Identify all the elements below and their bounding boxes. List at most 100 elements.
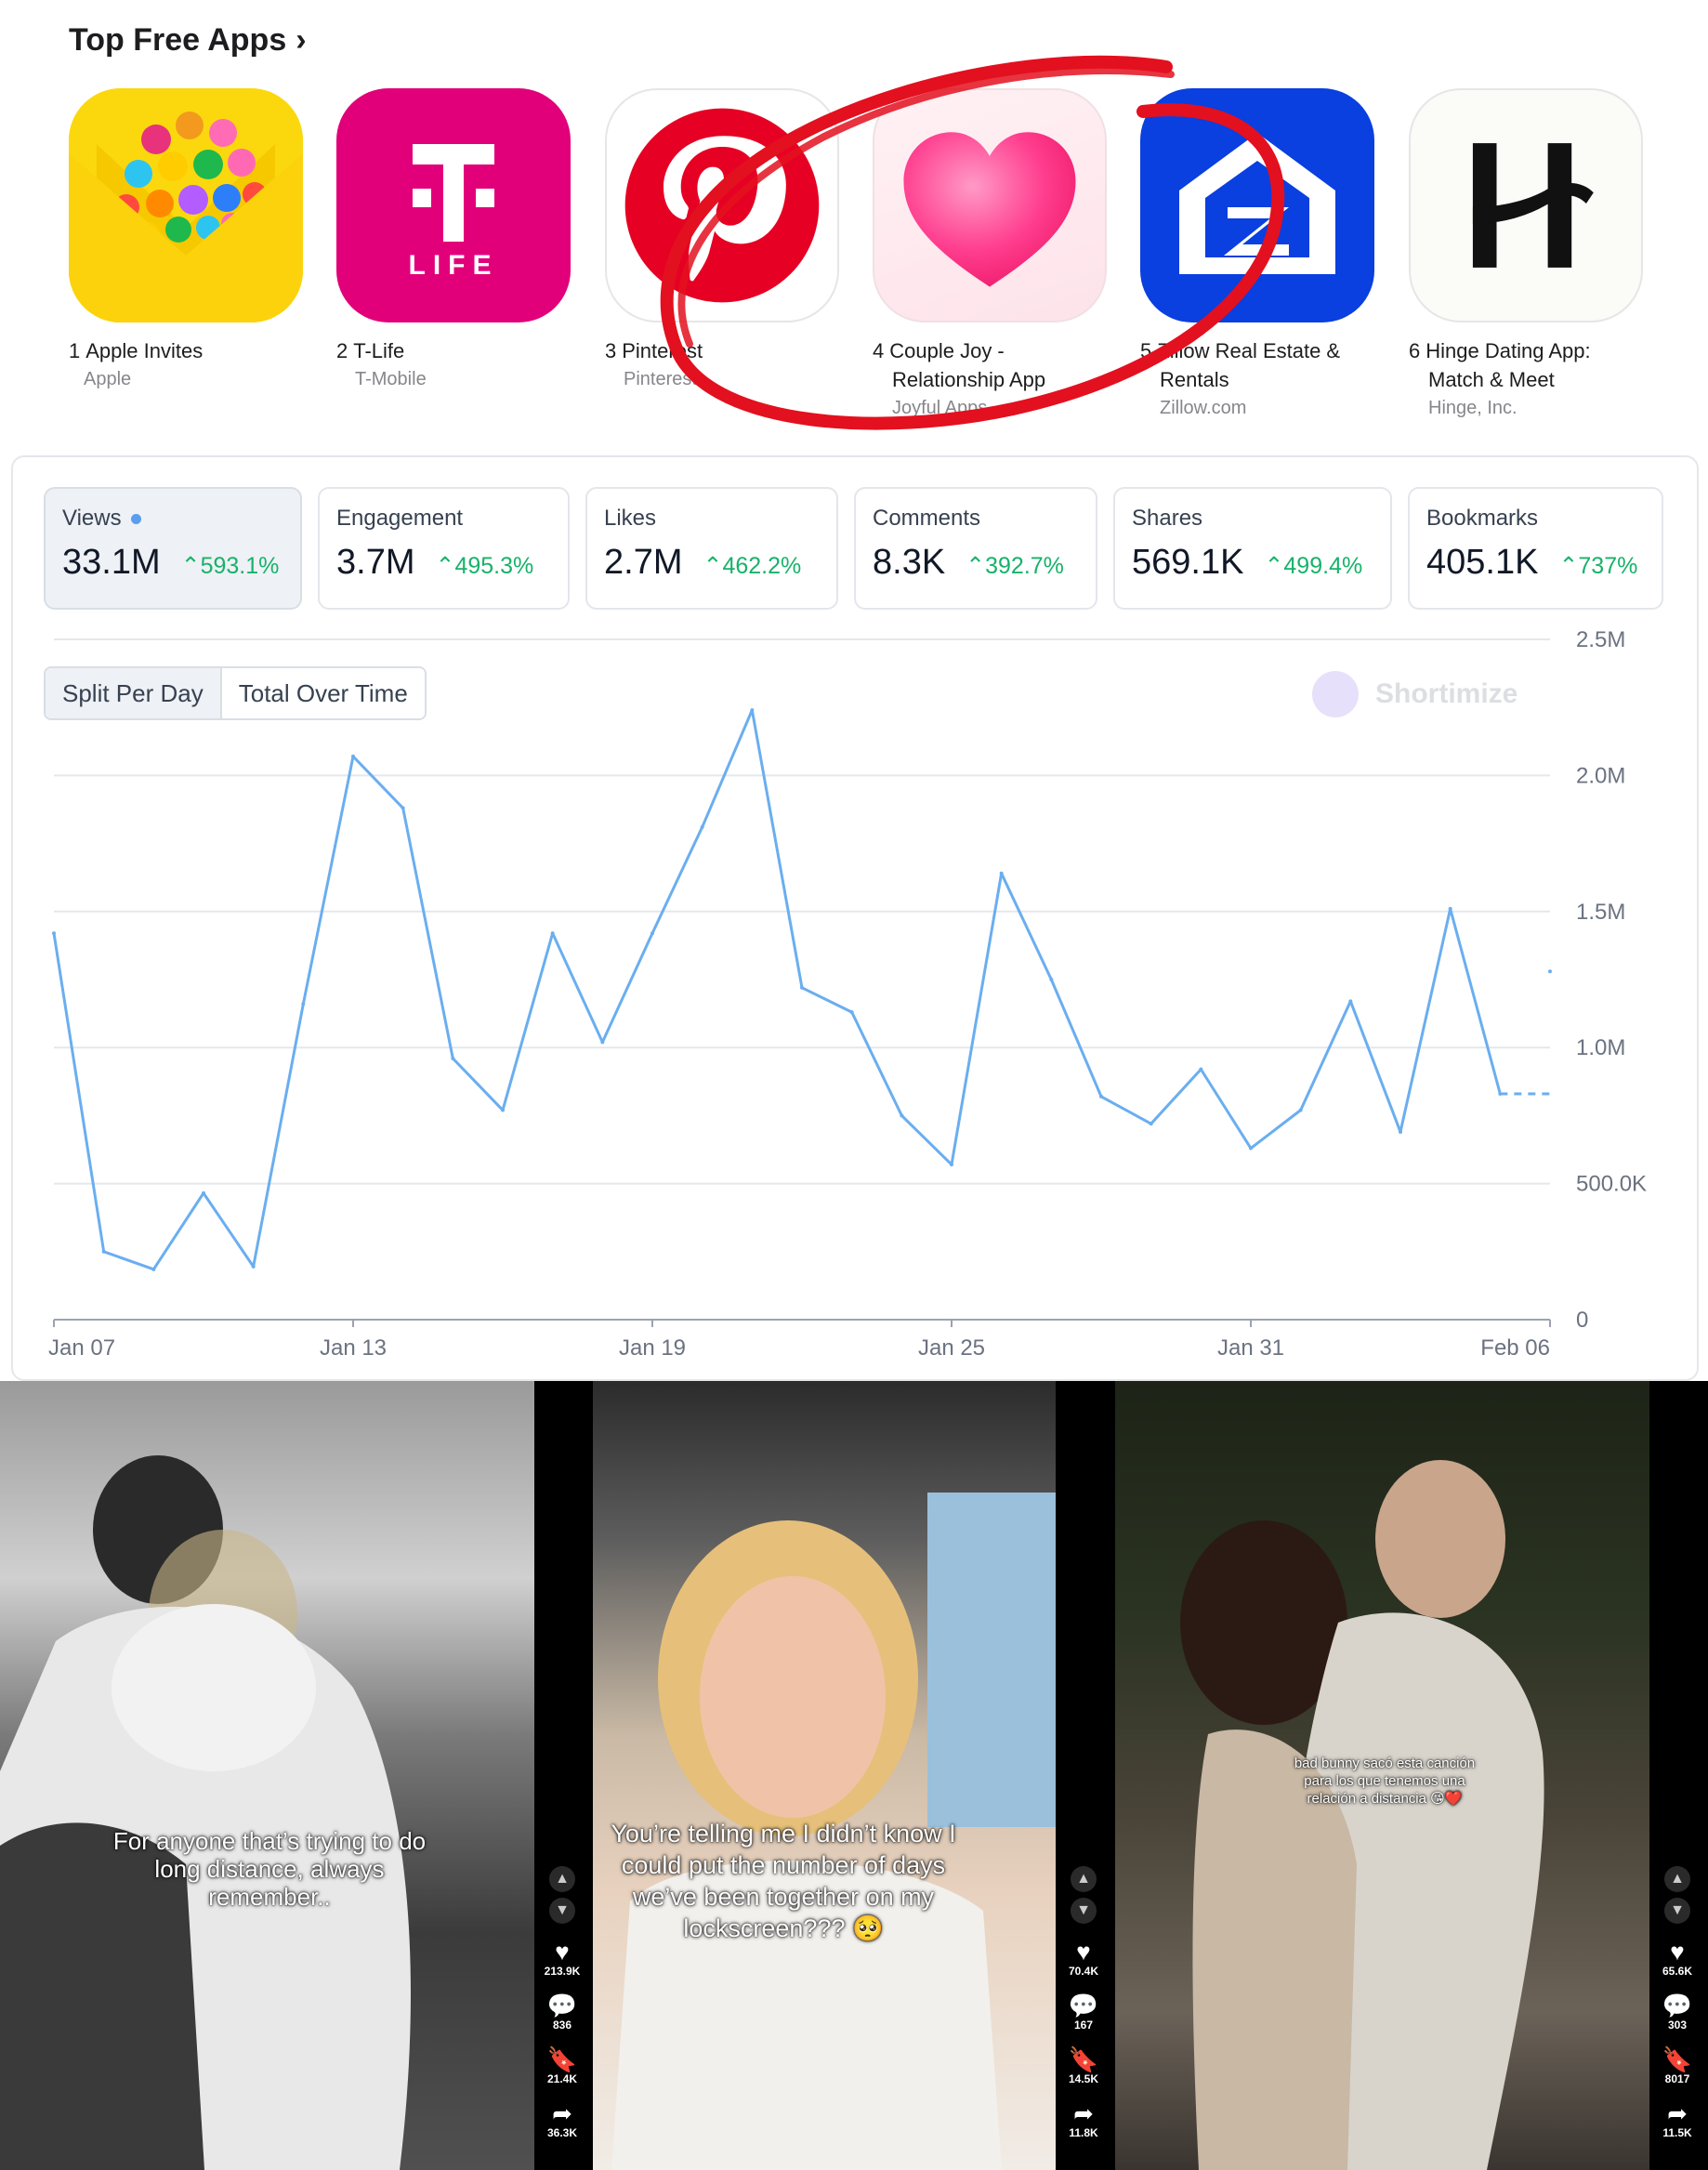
app-item-zillow[interactable]: 5 Zillow Real Estate & Rentals Zillow.com bbox=[1140, 88, 1382, 423]
video-caption: For anyone that’s trying to do long dist… bbox=[112, 1827, 427, 1911]
bookmark-button[interactable]: 🔖 21.4K bbox=[534, 2046, 590, 2085]
data-point bbox=[800, 985, 804, 990]
app-name: Pinterest bbox=[622, 339, 703, 362]
video-thumbnail-3[interactable]: bad bunny sacó esta canción para los que… bbox=[1115, 1381, 1649, 2170]
app-name: Apple Invites bbox=[85, 339, 204, 362]
zillow-icon bbox=[1140, 88, 1374, 322]
chevron-down-icon[interactable]: ▼ bbox=[1664, 1898, 1690, 1924]
x-tick-label: Jan 31 bbox=[1217, 1335, 1284, 1361]
data-point bbox=[351, 754, 355, 758]
app-info: 4 Couple Joy - Relationship App Joyful Ap… bbox=[873, 336, 1114, 423]
app-info: 2 T-Life T-Mobile bbox=[336, 336, 578, 394]
data-point bbox=[1149, 1122, 1153, 1126]
chart-mode-toggle: Split Per Day Total Over Time bbox=[44, 666, 427, 720]
comment-count: 167 bbox=[1073, 2019, 1094, 2032]
data-point bbox=[52, 931, 56, 936]
app-info: 5 Zillow Real Estate & Rentals Zillow.com bbox=[1140, 336, 1382, 423]
x-tick-label: Jan 19 bbox=[619, 1335, 686, 1361]
y-tick-label: 1.0M bbox=[1576, 1035, 1625, 1060]
bookmark-count: 14.5K bbox=[1068, 2072, 1099, 2085]
like-button[interactable]: ♥ 70.4K bbox=[1056, 1939, 1111, 1978]
comment-button[interactable]: 💬 167 bbox=[1056, 1992, 1111, 2032]
y-tick-label: 1.5M bbox=[1576, 900, 1625, 925]
share-icon: ➦ bbox=[1667, 2099, 1688, 2127]
data-point bbox=[750, 708, 755, 713]
chevron-up-icon[interactable]: ▲ bbox=[1071, 1866, 1097, 1892]
app-item-t-life[interactable]: LIFE 2 T-Life T-Mobile bbox=[336, 88, 578, 394]
x-tick-label: Jan 25 bbox=[918, 1335, 985, 1361]
data-point bbox=[1448, 906, 1452, 911]
comment-count: 836 bbox=[552, 2019, 572, 2032]
y-tick-label: 2.5M bbox=[1576, 627, 1625, 652]
bookmark-icon: 🔖 bbox=[546, 2045, 578, 2073]
app-developer: Pinterest bbox=[624, 369, 697, 389]
watermark-text: Shortimize bbox=[1375, 678, 1518, 709]
data-point bbox=[1199, 1067, 1203, 1072]
video-thumbnail-2[interactable]: You’re telling me I didn’t know I could … bbox=[593, 1381, 1056, 2170]
views-line-chart: 0 500.0K 1.0M 1.5M 2.0M 2.5M Jan 07 Jan 13 Jan 1… bbox=[48, 627, 1647, 1361]
like-count: 70.4K bbox=[1068, 1965, 1099, 1978]
like-count: 213.9K bbox=[544, 1965, 581, 1978]
heart-icon: ♥ bbox=[1076, 1938, 1091, 1966]
app-name-line2: Rentals bbox=[1160, 368, 1229, 391]
heart-icon bbox=[873, 88, 1107, 322]
data-point bbox=[501, 1108, 505, 1112]
share-button[interactable]: ➦ 11.8K bbox=[1056, 2100, 1111, 2139]
bookmark-button[interactable]: 🔖 14.5K bbox=[1056, 2046, 1111, 2085]
app-developer: T-Mobile bbox=[355, 369, 427, 389]
video-action-rail-1: ▲ ▼ ♥ 213.9K 💬 836 🔖 21.4K ➦ 36.3K bbox=[534, 1381, 590, 2170]
app-item-hinge[interactable]: 6 Hinge Dating App: Match & Meet Hinge, I… bbox=[1409, 88, 1650, 423]
section-title-text: Top Free Apps bbox=[69, 22, 287, 58]
chevron-down-icon[interactable]: ▼ bbox=[1071, 1898, 1097, 1924]
video-action-rail-2: ▲ ▼ ♥ 70.4K 💬 167 🔖 14.5K ➦ 11.8K bbox=[1056, 1381, 1111, 2170]
bookmark-button[interactable]: 🔖 8017 bbox=[1649, 2046, 1705, 2085]
section-title[interactable]: Top Free Apps › bbox=[69, 22, 307, 59]
app-developer: Zillow.com bbox=[1160, 398, 1247, 418]
shortimize-logo-icon bbox=[1312, 671, 1359, 717]
app-name-line2: Relationship App bbox=[892, 368, 1046, 391]
y-tick-label: 0 bbox=[1576, 1308, 1588, 1333]
app-name: T-Life bbox=[353, 339, 405, 362]
share-button[interactable]: ➦ 11.5K bbox=[1649, 2100, 1705, 2139]
comment-icon: 💬 bbox=[1662, 1992, 1693, 2019]
data-point bbox=[451, 1056, 455, 1060]
comment-button[interactable]: 💬 836 bbox=[534, 1992, 590, 2032]
app-rank: 3 bbox=[605, 339, 617, 362]
like-button[interactable]: ♥ 65.6K bbox=[1649, 1939, 1705, 1978]
chevron-down-icon[interactable]: ▼ bbox=[549, 1898, 575, 1924]
top-free-apps-section: Top Free Apps › 1 Apple Invites Apple LI… bbox=[0, 0, 1708, 437]
watermark: Shortimize bbox=[1312, 671, 1517, 717]
app-info: 3 Pinterest Pinterest bbox=[605, 336, 847, 394]
app-name: Couple Joy - bbox=[889, 339, 1005, 362]
x-tick-label: Jan 13 bbox=[320, 1335, 387, 1361]
app-item-pinterest[interactable]: 3 Pinterest Pinterest bbox=[605, 88, 847, 394]
app-item-couple-joy[interactable]: 4 Couple Joy - Relationship App Joyful Ap… bbox=[873, 88, 1114, 423]
comment-icon: 💬 bbox=[1068, 1992, 1099, 2019]
chevron-right-icon: › bbox=[296, 22, 307, 58]
video-thumbnail-1[interactable]: For anyone that’s trying to do long dist… bbox=[0, 1381, 534, 2170]
split-per-day-button[interactable]: Split Per Day bbox=[46, 668, 222, 718]
data-point bbox=[151, 1267, 156, 1271]
share-button[interactable]: ➦ 36.3K bbox=[534, 2100, 590, 2139]
data-point bbox=[1049, 978, 1054, 981]
analytics-dashboard: Views 33.1M ⌃593.1% Engagement 3.7M ⌃495.3… bbox=[11, 455, 1699, 1381]
app-name: Zillow Real Estate & bbox=[1157, 339, 1341, 362]
total-over-time-button[interactable]: Total Over Time bbox=[221, 668, 425, 718]
x-tick-label: Feb 06 bbox=[1480, 1335, 1550, 1361]
app-developer: Joyful Apps bbox=[892, 398, 988, 418]
app-developer: Apple bbox=[84, 369, 132, 389]
app-rank: 6 bbox=[1409, 339, 1421, 362]
like-button[interactable]: ♥ 213.9K bbox=[534, 1939, 590, 1978]
share-icon: ➦ bbox=[1073, 2099, 1094, 2127]
app-name-line2: Match & Meet bbox=[1428, 368, 1555, 391]
comment-button[interactable]: 💬 303 bbox=[1649, 1992, 1705, 2032]
app-rank: 4 bbox=[873, 339, 885, 362]
chevron-up-icon[interactable]: ▲ bbox=[1664, 1866, 1690, 1892]
data-point bbox=[950, 1163, 953, 1167]
data-point bbox=[1099, 1094, 1103, 1098]
video-caption: You’re telling me I didn’t know I could … bbox=[611, 1820, 956, 1942]
chevron-up-icon[interactable]: ▲ bbox=[549, 1866, 575, 1892]
data-point bbox=[550, 931, 555, 936]
app-item-apple-invites[interactable]: 1 Apple Invites Apple bbox=[69, 88, 310, 394]
data-point bbox=[251, 1264, 256, 1269]
